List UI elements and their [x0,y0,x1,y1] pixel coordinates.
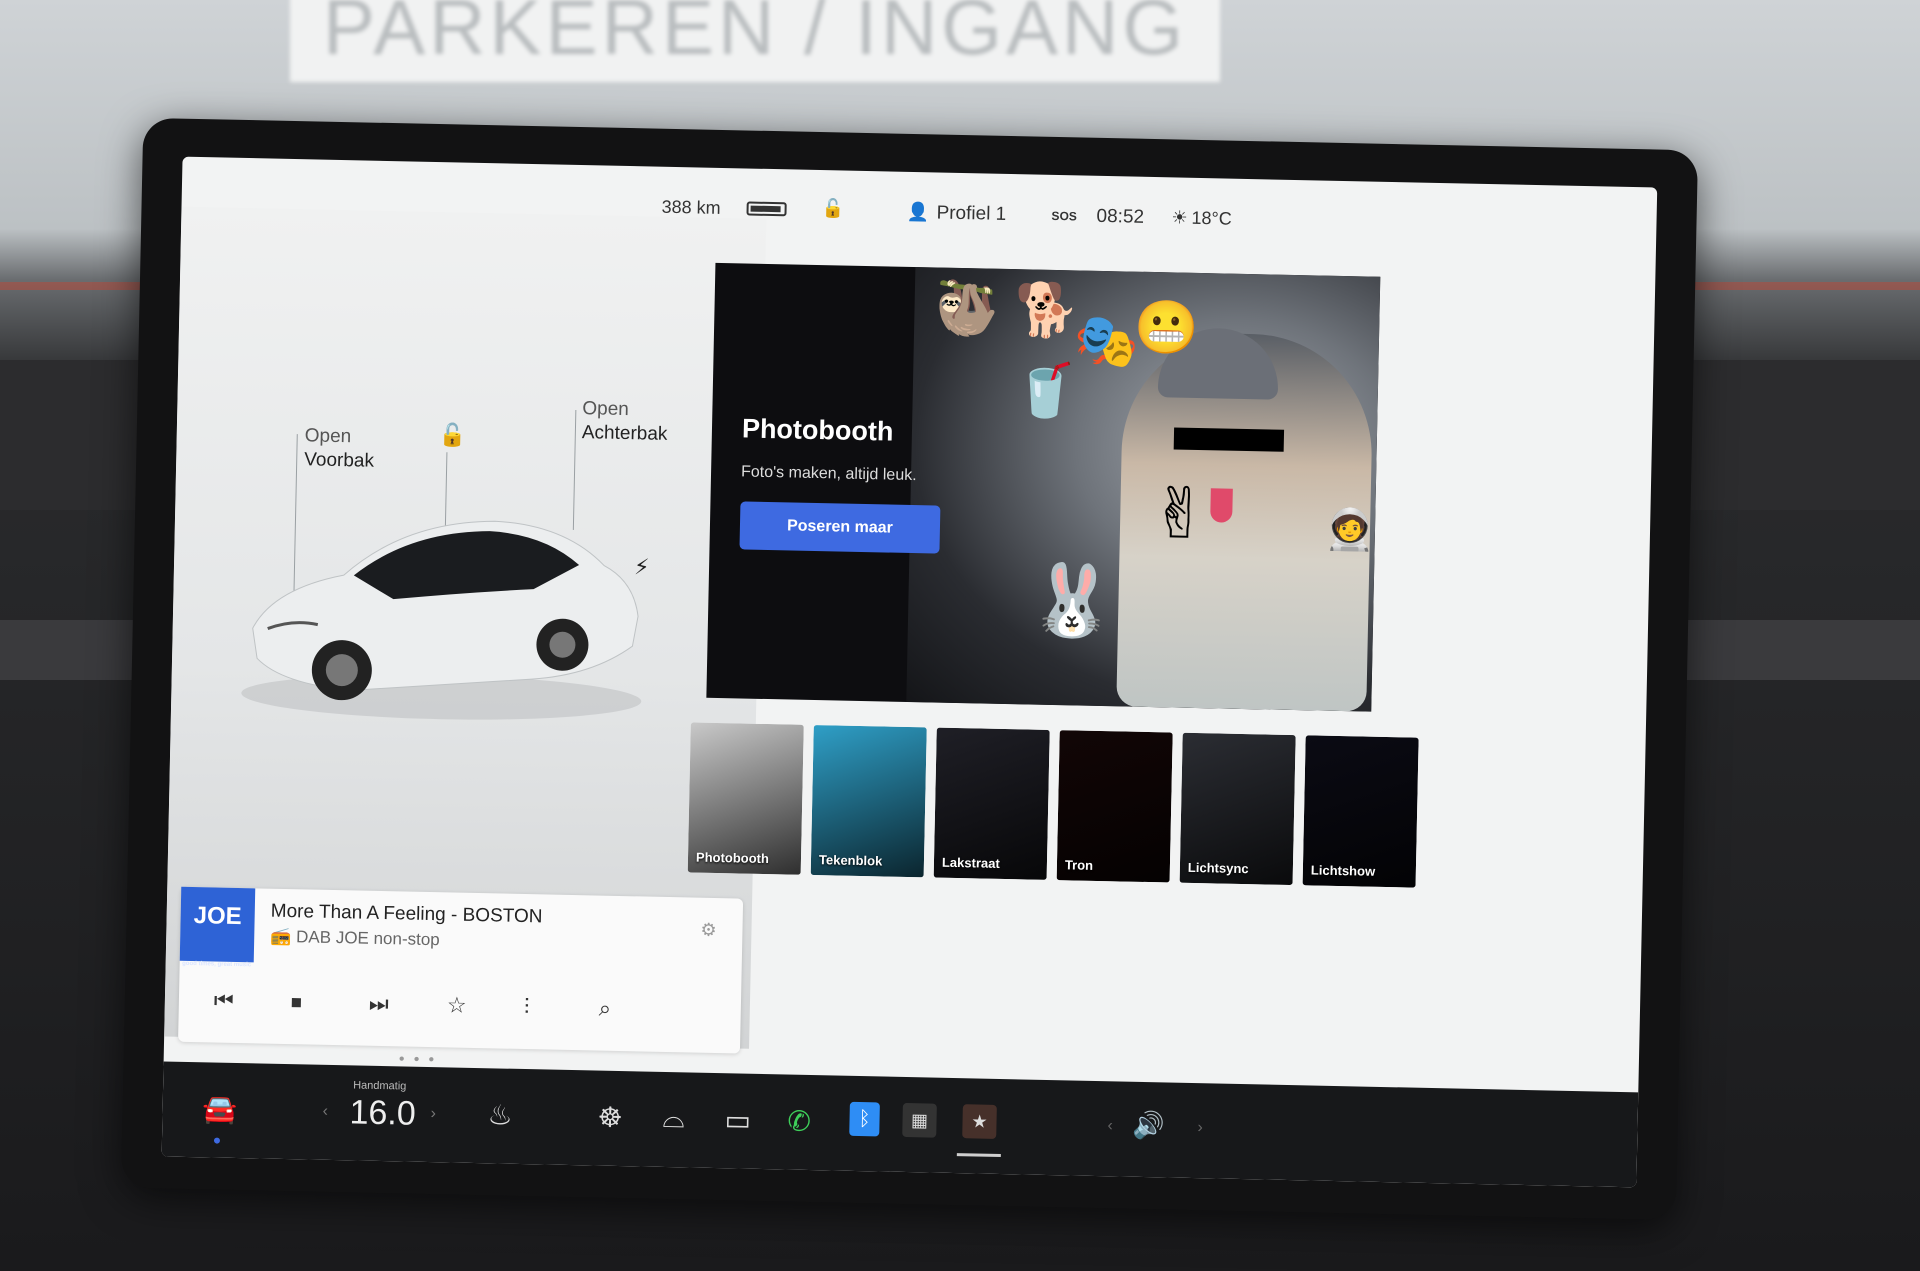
volume-icon[interactable]: 🔊 [1132,1110,1165,1142]
touchscreen: 388 km 🔓 👤 Profiel 1 SOS 08:52 ☀ 18°C Op… [161,156,1658,1188]
previous-track-icon[interactable]: ⏮ [214,988,234,1014]
bottom-bar: 🚘 Handmatig ‹ 16.0 › ♨ ☸ ⌓ ▭ ✆ ᛒ ▦ ★ ‹ 🔊… [161,1061,1639,1188]
favorite-icon[interactable]: ☆ [447,992,467,1018]
equalizer-icon[interactable]: ⫶ [524,994,530,1020]
peace-hand-sticker: ✌ [1149,474,1210,554]
frunk-action: Open [304,425,352,448]
photobooth-card[interactable]: 🦥 🐕 🎭 😬 🥤 ✌ 🐰 🧑‍🚀 Photobooth Foto's make… [706,262,1381,712]
app-tile-tekenblok[interactable]: Tekenblok [810,725,927,878]
range-readout: 388 km [661,196,721,218]
climate-mode-label: Handmatig [353,1079,407,1093]
stop-icon[interactable]: ⏹ [291,989,303,1015]
astronaut-sticker: 🧑‍🚀 [1324,507,1376,553]
recent-app-icon[interactable]: ★ [962,1104,997,1139]
station-tagline: good times, great music [182,960,252,969]
profile-icon[interactable]: 👤 [906,202,929,223]
open-trunk-button[interactable]: Open Achterbak [582,397,669,447]
seat-heater-icon[interactable]: ♨ [487,1098,513,1132]
page-indicator: ● ● ● [398,1053,438,1066]
drink-sticker: 🥤 [1012,361,1079,421]
steering-wheel-heater-icon[interactable]: ☸ [597,1101,623,1135]
media-source-icon[interactable]: ⚙ [700,920,717,941]
app-tile-lichtsync[interactable]: Lichtsync [1179,732,1296,886]
dog-sticker: 🐕 [1013,281,1080,341]
car-lock-icon[interactable]: 🔓 [439,422,467,449]
active-dot [213,1137,221,1144]
toybox-icon[interactable]: ▦ [902,1102,937,1138]
photobooth-subtitle: Foto's maken, altijd leuk. [740,463,917,485]
open-frunk-button[interactable]: Open Voorbak [304,424,375,473]
station-logo: JOE good times, great music [179,886,256,968]
trunk-label: Achterbak [581,422,668,445]
sos-indicator: SOS [1051,208,1078,224]
front-defrost-icon[interactable]: ⌓ [662,1102,685,1135]
app-tile-label: Photobooth [695,849,770,867]
app-tiles-row: Photobooth Tekenblok Lakstraat Tron Lichtsyn… [687,722,1645,902]
pose-button[interactable]: Poseren maar [739,501,941,554]
clock: 08:52 [1096,205,1145,228]
app-tile-photobooth[interactable]: Photobooth [687,722,804,875]
frunk-label: Voorbak [304,449,375,472]
profile-name[interactable]: Profiel 1 [936,202,1006,225]
temp-down-chevron-icon[interactable]: ‹ [322,1103,328,1121]
active-app-underline [956,1153,1001,1158]
car-model-image [241,520,642,720]
balloon-dog-sticker: 🐰 [1027,560,1117,641]
rear-defrost-icon[interactable]: ▭ [724,1103,751,1137]
garage-sign: PARKEREN / INGANG [290,0,1220,82]
tongue-sticker [1210,488,1233,523]
app-tile-label: Tekenblok [818,852,883,869]
volume-up-chevron-icon[interactable]: › [1197,1119,1203,1137]
track-title: More Than A Feeling - BOSTON [270,900,543,928]
app-tile-label: Tron [1064,857,1094,873]
media-player[interactable]: JOE good times, great music More Than A … [178,886,744,1054]
app-tile-label: Lichtsync [1187,859,1249,877]
search-icon[interactable]: ⌕ [599,996,612,1022]
cabin-temperature[interactable]: 16.0 [349,1093,416,1133]
pixel-sunglasses-sticker [1173,427,1285,452]
unlock-icon[interactable]: 🔓 [821,198,844,219]
wrestler-mask-sticker: 🎭 [1073,312,1140,372]
trunk-action: Open [582,398,630,421]
display-bezel: 388 km 🔓 👤 Profiel 1 SOS 08:52 ☀ 18°C Op… [120,117,1699,1221]
photobooth-title: Photobooth [741,413,894,447]
app-tile-label: Lichtshow [1310,862,1376,879]
app-tile-label: Lakstraat [941,854,1000,871]
app-tile-lakstraat[interactable]: Lakstraat [933,727,1050,880]
app-tile-lichtshow[interactable]: Lichtshow [1302,735,1419,888]
car-icon[interactable]: 🚘 [202,1092,238,1126]
outside-temperature: 18°C [1191,207,1232,229]
temp-up-chevron-icon[interactable]: › [430,1105,436,1123]
volume-down-chevron-icon[interactable]: ‹ [1107,1117,1113,1135]
next-track-icon[interactable]: ⏭ [369,991,389,1017]
phone-icon[interactable]: ✆ [787,1105,811,1138]
weather-icon: ☀ [1171,207,1188,228]
battery-icon [746,201,787,217]
photo-background: PARKEREN / INGANG 388 km 🔓 👤 Profiel 1 S… [0,0,1920,1271]
station-text: DAB JOE non-stop [295,927,440,950]
sloth-sticker: 🦥 [933,279,1000,339]
station-logo-text: JOE [193,902,242,931]
station-name: 📻 DAB JOE non-stop [270,926,440,950]
bluetooth-icon[interactable]: ᛒ [849,1101,880,1137]
app-tile-tron[interactable]: Tron [1056,730,1173,883]
grimace-emoji-sticker: 😬 [1133,298,1200,358]
